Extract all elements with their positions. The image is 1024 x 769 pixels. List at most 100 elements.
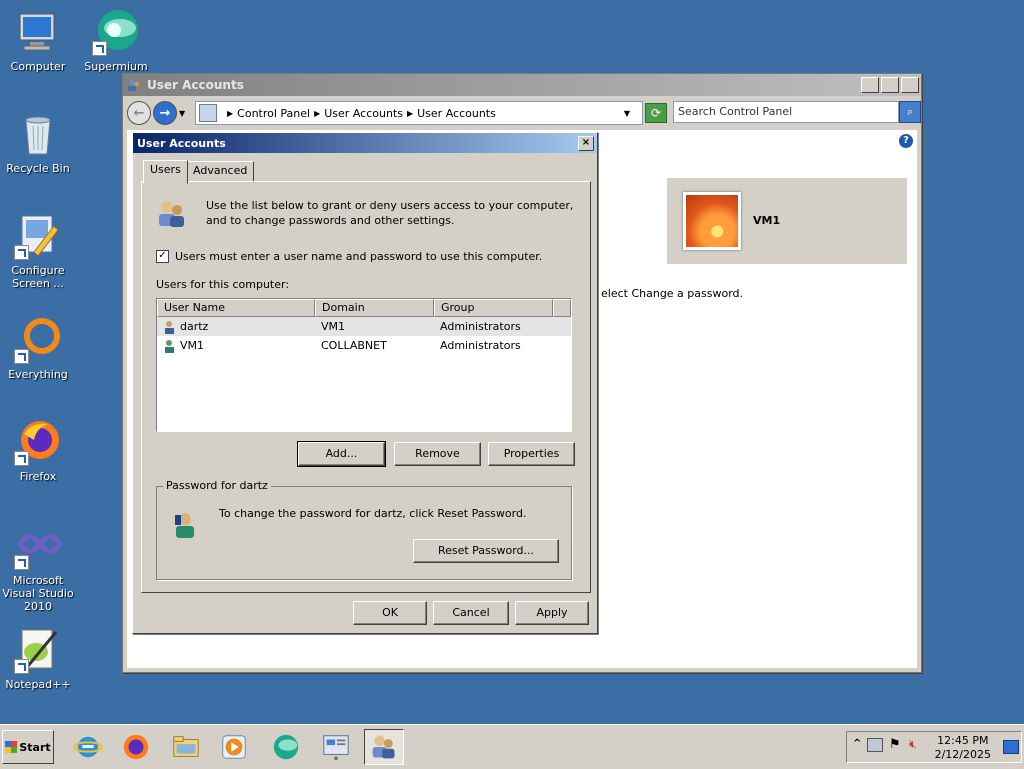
users-list[interactable]: User Name Domain Group dartz VM1 Adminis…	[156, 298, 572, 432]
user-accounts-taskbar-icon[interactable]	[364, 729, 404, 765]
change-password-hint: elect Change a password.	[601, 287, 744, 300]
history-dropdown-icon[interactable]: ▼	[179, 109, 185, 118]
shortcut-arrow-icon	[92, 41, 107, 56]
everything-icon	[14, 316, 62, 364]
cell-domain: VM1	[321, 320, 346, 333]
shortcut-arrow-icon	[14, 659, 29, 674]
maximize-button[interactable]: □	[881, 77, 899, 93]
column-domain[interactable]: Domain	[315, 299, 434, 317]
firefox-taskbar-icon[interactable]	[116, 729, 156, 765]
user-accounts-icon	[127, 78, 141, 92]
control-panel-taskbar-icon[interactable]	[316, 729, 356, 765]
start-button[interactable]: Start	[2, 730, 54, 764]
desktop-icon-firefox[interactable]: Firefox	[0, 418, 80, 483]
remove-button[interactable]: Remove	[394, 442, 481, 466]
action-center-flag-icon[interactable]: ⚑	[889, 737, 901, 752]
cancel-button[interactable]: Cancel	[433, 601, 509, 625]
breadcrumb-item[interactable]: Control Panel	[237, 107, 310, 120]
users-tab-page: Use the list below to grant or deny user…	[141, 181, 591, 593]
clock-time: 12:45 PM	[937, 734, 989, 747]
control-panel-titlebar[interactable]: User Accounts _ □ ×	[123, 74, 921, 96]
desktop-icon-label: Recycle Bin	[6, 162, 70, 175]
user-accounts-dialog: User Accounts × Users Advanced Use the l…	[132, 132, 598, 634]
apply-button[interactable]: Apply	[515, 601, 589, 625]
cell-group: Administrators	[440, 339, 521, 352]
dialog-titlebar[interactable]: User Accounts ×	[133, 133, 597, 153]
dialog-close-button[interactable]: ×	[578, 135, 594, 151]
users-icon	[156, 198, 188, 230]
visual-studio-icon	[14, 522, 64, 570]
media-player-icon[interactable]	[214, 729, 254, 765]
refresh-button[interactable]: ⟳	[645, 103, 667, 123]
desktop-icon-everything[interactable]: Everything	[0, 316, 80, 381]
show-hidden-icons-icon[interactable]: ^	[853, 738, 861, 749]
configure-screen-icon	[14, 212, 62, 260]
shortcut-arrow-icon	[14, 349, 29, 364]
desktop-icon-label: Computer	[10, 60, 66, 73]
network-icon[interactable]	[867, 738, 883, 752]
dialog-title: User Accounts	[137, 136, 226, 150]
back-button[interactable]: ←	[127, 101, 151, 125]
users-list-header: User Name Domain Group	[157, 299, 571, 317]
desktop-icon-configure-screen[interactable]: Configure Screen ...	[0, 212, 80, 290]
firefox-icon	[14, 418, 62, 466]
supermium-taskbar-icon[interactable]	[266, 729, 306, 765]
help-icon[interactable]: ?	[899, 134, 913, 148]
ok-button[interactable]: OK	[353, 601, 427, 625]
info-text: Use the list below to grant or deny user…	[206, 199, 574, 227]
domain-user-icon	[163, 339, 177, 353]
windows-logo-icon	[5, 741, 18, 753]
breadcrumb-item[interactable]: User Accounts	[417, 107, 496, 120]
table-row[interactable]: dartz VM1 Administrators	[157, 317, 571, 336]
breadcrumb[interactable]: ▶ Control Panel ▶ User Accounts ▶ User A…	[195, 101, 643, 125]
password-group-legend: Password for dartz	[163, 479, 271, 492]
internet-explorer-icon[interactable]	[68, 729, 108, 765]
cell-domain: COLLABNET	[321, 339, 387, 352]
desktop-icon-label: Firefox	[19, 470, 57, 483]
reset-password-button[interactable]: Reset Password...	[413, 539, 559, 563]
start-label: Start	[19, 740, 51, 754]
desktop-icon-label: Microsoft Visual Studio 2010	[2, 574, 74, 613]
minimize-button[interactable]: _	[861, 77, 879, 93]
system-tray: ^ ⚑ 🔇︎ 12:45 PM 2/12/2025	[846, 731, 1022, 763]
table-row[interactable]: VM1 COLLABNET Administrators	[157, 336, 571, 355]
user-password-icon	[171, 509, 203, 541]
desktop-icon-label: Notepad++	[5, 678, 71, 691]
explorer-icon[interactable]	[166, 729, 206, 765]
tab-users[interactable]: Users	[143, 160, 188, 184]
cell-group: Administrators	[440, 320, 521, 333]
properties-button[interactable]: Properties	[488, 442, 575, 466]
desktop-icon-notepadpp[interactable]: Notepad++	[0, 626, 80, 691]
require-login-row: ✓ Users must enter a user name and passw…	[156, 250, 542, 263]
show-desktop-icon[interactable]	[1003, 740, 1019, 754]
desktop-icon-visual-studio[interactable]: Microsoft Visual Studio 2010	[0, 522, 80, 613]
column-filler	[553, 299, 571, 317]
column-user-name[interactable]: User Name	[157, 299, 315, 317]
require-login-checkbox[interactable]: ✓	[156, 250, 169, 263]
search-input[interactable]: Search Control Panel	[673, 101, 899, 123]
desktop-icon-supermium[interactable]: Supermium	[74, 8, 158, 73]
supermium-icon	[92, 8, 140, 56]
desktop-icon-label: Everything	[8, 368, 68, 381]
add-button[interactable]: Add...	[297, 441, 386, 467]
address-dropdown-icon[interactable]: ▼	[624, 109, 630, 118]
forward-button[interactable]: →	[153, 101, 177, 125]
tab-advanced[interactable]: Advanced	[186, 161, 255, 183]
password-group: Password for dartz To change the passwor…	[156, 479, 572, 580]
control-panel-icon	[199, 104, 217, 122]
shortcut-arrow-icon	[14, 451, 29, 466]
search-icon[interactable]: ⌕	[899, 101, 921, 123]
column-group[interactable]: Group	[434, 299, 553, 317]
volume-muted-icon[interactable]: 🔇︎	[909, 737, 917, 752]
user-picture[interactable]	[683, 192, 741, 250]
desktop-icon-computer[interactable]: Computer	[0, 8, 80, 73]
desktop-icon-label: Supermium	[84, 60, 148, 73]
desktop-icon-label: Configure Screen ...	[11, 264, 65, 290]
clock[interactable]: 12:45 PM 2/12/2025	[935, 734, 991, 762]
recycle-bin-icon	[14, 110, 62, 158]
close-button[interactable]: ×	[901, 77, 919, 93]
desktop-icon-recycle-bin[interactable]: Recycle Bin	[0, 110, 80, 175]
cell-user: VM1	[180, 339, 205, 352]
user-name: VM1	[753, 214, 781, 227]
breadcrumb-item[interactable]: User Accounts	[324, 107, 403, 120]
